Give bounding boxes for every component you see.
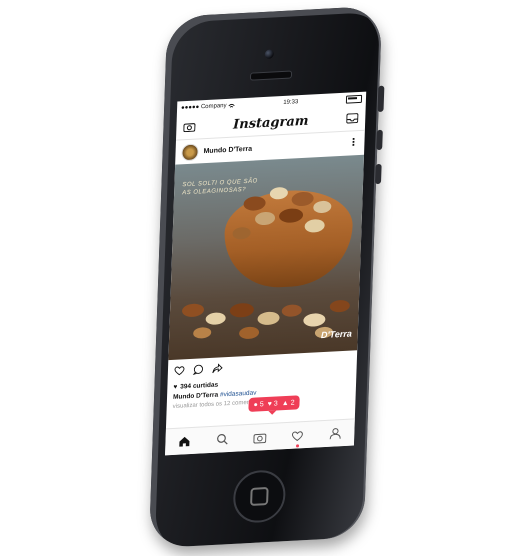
share-icon[interactable] (212, 363, 223, 374)
more-options-icon[interactable]: ⋮ (348, 137, 358, 149)
camera-icon (253, 433, 267, 444)
wifi-icon (228, 103, 236, 108)
comment-icon[interactable] (192, 364, 204, 375)
heart-icon: ♥ (173, 383, 178, 391)
volume-up-button (376, 129, 383, 151)
carrier-label: ●●●●● Company (180, 102, 227, 112)
activity-notification[interactable]: ● 5 ♥ 3 ▲ 2 (248, 395, 300, 412)
app-screen: ●●●●● Company 19:33 Instagram Mundo D'Te… (165, 91, 367, 456)
image-caption: SOL SOLTI O QUE SÃO AS OLEAGINOSAS? (182, 178, 258, 197)
comment-bubble-icon: ● (253, 400, 258, 409)
heart-icon: ♥ (267, 400, 272, 408)
clock: 19:33 (283, 99, 299, 106)
home-icon (179, 436, 190, 447)
app-logo: Instagram (232, 113, 309, 133)
person-icon: ▲ (281, 399, 289, 407)
camera-icon[interactable] (182, 121, 196, 134)
image-brand-logo: D'Terra (320, 328, 352, 341)
volume-down-button (374, 163, 382, 185)
mute-switch (377, 85, 385, 113)
tab-camera[interactable] (251, 428, 270, 447)
notification-followers-count: 2 (290, 399, 295, 407)
notification-likes-count: 3 (273, 399, 278, 408)
tab-profile[interactable] (326, 424, 345, 443)
heart-outline-icon (292, 430, 304, 441)
battery-icon (345, 94, 363, 104)
post-image[interactable]: SOL SOLTI O QUE SÃO AS OLEAGINOSAS? D'Te… (168, 154, 365, 361)
like-icon[interactable] (174, 365, 185, 376)
notification-comments-count: 5 (259, 400, 264, 408)
tab-home[interactable] (175, 432, 194, 451)
post-username[interactable]: Mundo D'Terra (203, 145, 252, 155)
search-icon (216, 434, 228, 445)
tab-activity[interactable] (288, 426, 307, 448)
avatar[interactable] (181, 142, 199, 161)
phone-device: ●●●●● Company 19:33 Instagram Mundo D'Te… (148, 5, 385, 549)
tab-search[interactable] (213, 430, 232, 449)
profile-icon (329, 428, 341, 440)
inbox-icon[interactable] (345, 112, 359, 125)
activity-indicator-dot (295, 444, 299, 448)
